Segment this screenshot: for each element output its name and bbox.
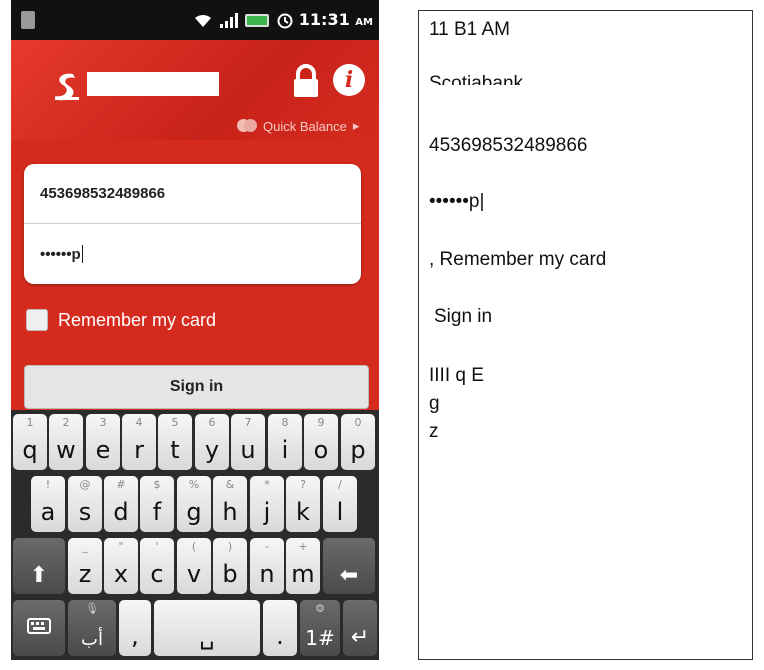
language-key[interactable]: 🎙 أب bbox=[68, 600, 116, 656]
key-v[interactable]: (v bbox=[177, 538, 211, 594]
transcript-keys-row1: IIII q E bbox=[429, 365, 484, 386]
alarm-icon bbox=[275, 10, 295, 30]
key-j[interactable]: * j bbox=[250, 476, 284, 532]
settings-gear-icon: ⚙ bbox=[315, 602, 325, 615]
key-p[interactable]: 0p bbox=[341, 414, 375, 470]
text-cursor bbox=[81, 245, 83, 263]
app-header: i Quick Balance ▸ bbox=[11, 40, 379, 140]
space-key[interactable]: ␣ bbox=[154, 600, 260, 656]
brand-name-redacted bbox=[87, 72, 219, 96]
transcript-sign-in: Sign in bbox=[434, 306, 493, 327]
transcript-remember: , Remember my card bbox=[429, 249, 607, 270]
remember-card-label: Remember my card bbox=[58, 309, 217, 330]
transcript-time: 11 B1 AM bbox=[429, 19, 510, 40]
microphone-icon: 🎙 bbox=[85, 602, 99, 615]
transcript-keys-row2: g bbox=[429, 393, 440, 414]
key-t[interactable]: 5t bbox=[158, 414, 192, 470]
enter-icon: ↵ bbox=[350, 625, 370, 650]
keyboard-icon bbox=[27, 618, 51, 634]
key-y[interactable]: 6y bbox=[195, 414, 229, 470]
key-z[interactable]: _ z bbox=[68, 538, 102, 594]
transcript-card-number: 453698532489866 bbox=[429, 135, 588, 156]
key-w[interactable]: 2w bbox=[49, 414, 83, 470]
key-g[interactable]: % g bbox=[177, 476, 211, 532]
key-f[interactable]: $ f bbox=[140, 476, 174, 532]
status-time: 11:31 AM bbox=[298, 10, 373, 29]
card-number-value: 453698532489866 bbox=[40, 185, 166, 202]
key-m[interactable]: + m bbox=[286, 538, 320, 594]
signal-icon bbox=[219, 10, 239, 30]
key-l[interactable]: / l bbox=[323, 476, 357, 532]
card-number-field[interactable]: 453698532489866 bbox=[24, 164, 361, 224]
soft-keyboard: 1q 2w 3e 4r 5t 6y 7u 8i 9o 0p ! a @ s # d $… bbox=[11, 410, 379, 660]
shift-icon: ⬆ bbox=[29, 563, 49, 588]
key-e[interactable]: 3e bbox=[86, 414, 120, 470]
lock-icon[interactable] bbox=[291, 64, 321, 98]
info-icon[interactable]: i bbox=[333, 64, 365, 96]
sign-in-button[interactable]: Sign in bbox=[24, 365, 369, 409]
key-r[interactable]: 4r bbox=[122, 414, 156, 470]
ocr-transcript-panel: 11 B1 AM Scotiabank 453698532489866 ••••… bbox=[418, 10, 753, 660]
keyboard-settings-key[interactable] bbox=[13, 600, 65, 656]
quick-balance-label: Quick Balance bbox=[263, 118, 347, 134]
password-value: ••••••p bbox=[40, 245, 81, 263]
space-icon: ␣ bbox=[199, 622, 215, 650]
enter-key[interactable]: ↵ bbox=[343, 600, 377, 656]
status-icons bbox=[193, 10, 295, 30]
key-x[interactable]: " x bbox=[104, 538, 138, 594]
coins-icon bbox=[237, 119, 257, 133]
key-q[interactable]: 1q bbox=[13, 414, 47, 470]
key-i[interactable]: 8i bbox=[268, 414, 302, 470]
key-u[interactable]: 7u bbox=[231, 414, 265, 470]
wifi-icon bbox=[193, 10, 213, 30]
transcript-password: ••••••p| bbox=[429, 191, 485, 212]
remember-card-option[interactable]: Remember my card bbox=[26, 309, 216, 331]
transcript-keys-row3: z bbox=[429, 421, 439, 442]
key-o[interactable]: 9o bbox=[304, 414, 338, 470]
password-field[interactable]: ••••••p bbox=[24, 224, 361, 284]
key-k[interactable]: ? k bbox=[286, 476, 320, 532]
comma-key[interactable]: , bbox=[119, 600, 151, 656]
remember-card-checkbox[interactable] bbox=[26, 309, 48, 331]
key-c[interactable]: ' c bbox=[140, 538, 174, 594]
scotiabank-logo-icon bbox=[55, 73, 79, 101]
phone-screenshot: 11:31 AM i Quick Balance ▸ 4536985324898… bbox=[11, 0, 379, 660]
shift-key[interactable]: ⬆ bbox=[13, 538, 65, 594]
symbols-key[interactable]: ⚙ 1# bbox=[300, 600, 340, 656]
key-h[interactable]: & h bbox=[213, 476, 247, 532]
key-s[interactable]: @ s bbox=[68, 476, 102, 532]
key-a[interactable]: ! a bbox=[31, 476, 65, 532]
notification-icon bbox=[21, 11, 35, 29]
backspace-icon: ⬅ bbox=[339, 563, 359, 588]
period-key[interactable]: . bbox=[263, 600, 297, 656]
quick-balance-link[interactable]: Quick Balance ▸ bbox=[237, 118, 359, 134]
key-n[interactable]: -n bbox=[250, 538, 284, 594]
key-d[interactable]: # d bbox=[104, 476, 138, 532]
key-b[interactable]: ) b bbox=[213, 538, 247, 594]
backspace-key[interactable]: ⬅ bbox=[323, 538, 375, 594]
status-bar: 11:31 AM bbox=[11, 0, 379, 40]
chevron-right-icon: ▸ bbox=[352, 118, 360, 133]
transcript-brand-clipped: Scotiabank bbox=[429, 73, 524, 85]
login-card: 453698532489866 ••••••p bbox=[24, 164, 361, 284]
battery-icon bbox=[245, 13, 269, 27]
